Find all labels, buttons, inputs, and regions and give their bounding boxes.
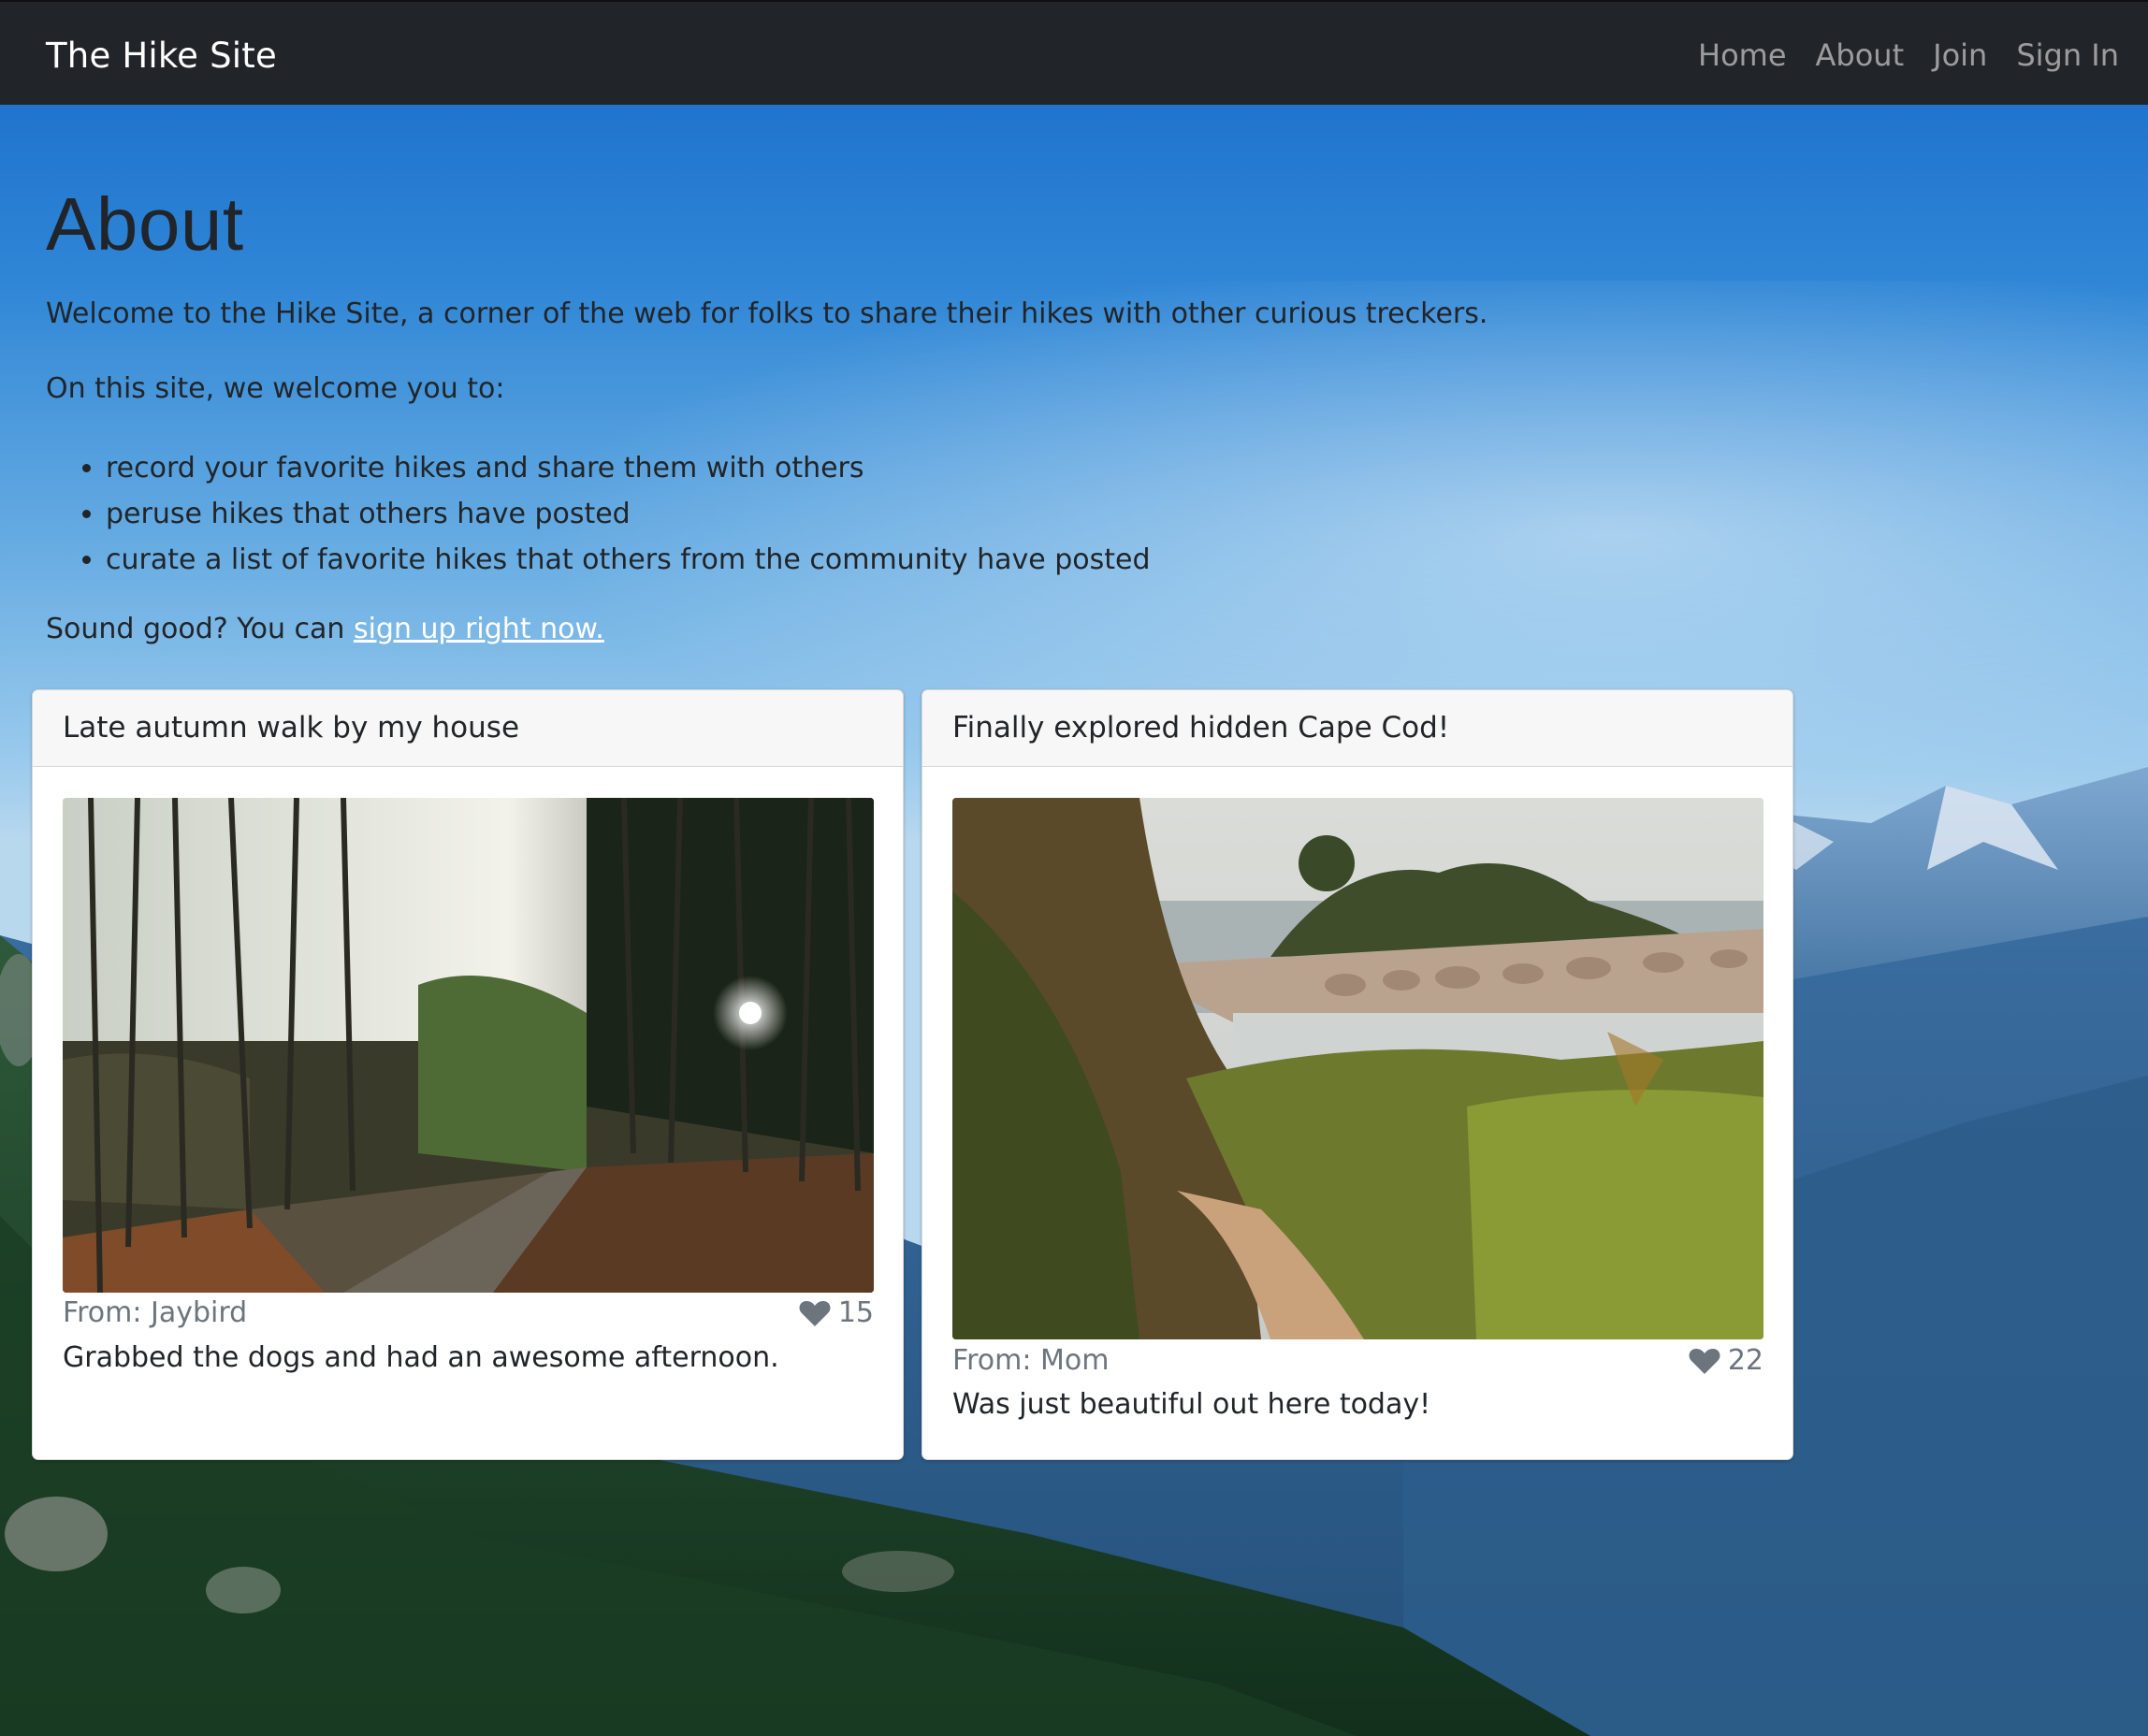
- hike-card[interactable]: Late autumn walk by my house From: Jaybi…: [32, 689, 904, 1460]
- nav-link-about[interactable]: About: [1816, 37, 1905, 73]
- hike-card[interactable]: Finally explored hidden Cape Cod! From: …: [922, 689, 1793, 1460]
- signup-link[interactable]: sign up right now.: [354, 613, 604, 645]
- coastal-trail-photo: [952, 798, 1763, 1339]
- nav-link-sign-in[interactable]: Sign In: [2016, 37, 2119, 73]
- list-item: curate a list of favorite hikes that oth…: [106, 537, 1151, 583]
- card-description: Was just beautiful out here today!: [952, 1388, 1431, 1421]
- list-item: record your favorite hikes and share the…: [106, 445, 1151, 491]
- card-description: Grabbed the dogs and had an awesome afte…: [63, 1341, 779, 1374]
- card-title: Finally explored hidden Cape Cod!: [922, 690, 1792, 767]
- card-title: Late autumn walk by my house: [33, 690, 903, 767]
- heart-icon: [799, 1300, 831, 1326]
- like-count: 22: [1727, 1344, 1763, 1377]
- like-button[interactable]: 22: [1689, 1344, 1763, 1377]
- top-navbar: The Hike Site Home About Join Sign In: [0, 0, 2148, 105]
- cta-paragraph: Sound good? You can sign up right now.: [46, 613, 604, 645]
- heart-icon: [1689, 1348, 1720, 1374]
- brand-link[interactable]: The Hike Site: [46, 36, 277, 76]
- forest-trail-photo: [63, 798, 874, 1293]
- nav-link-join[interactable]: Join: [1933, 37, 1987, 73]
- card-author: From: Jaybird: [63, 1296, 248, 1329]
- about-content: About Welcome to the Hike Site, a corner…: [46, 182, 1823, 646]
- like-button[interactable]: 15: [799, 1296, 874, 1329]
- nav-link-home[interactable]: Home: [1698, 37, 1787, 73]
- cta-text: Sound good? You can: [46, 613, 354, 645]
- lead-paragraph: On this site, we welcome you to:: [46, 372, 505, 405]
- like-count: 15: [837, 1296, 874, 1329]
- coastal-trail-image: [952, 798, 1763, 1339]
- nav-links: Home About Join Sign In: [1669, 37, 2119, 73]
- page-title: About: [46, 182, 244, 266]
- intro-paragraph: Welcome to the Hike Site, a corner of th…: [46, 297, 1488, 330]
- feature-list: record your favorite hikes and share the…: [46, 445, 1151, 583]
- forest-trail-image: [63, 798, 874, 1293]
- card-author: From: Mom: [952, 1344, 1110, 1377]
- list-item: peruse hikes that others have posted: [106, 491, 1151, 537]
